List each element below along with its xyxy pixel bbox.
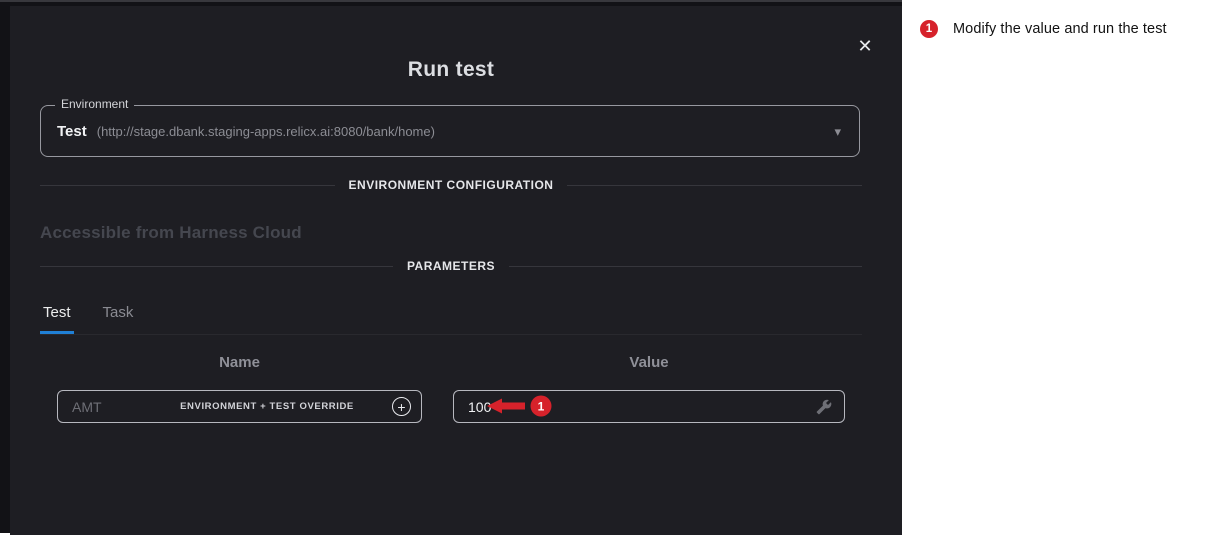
divider-line bbox=[40, 266, 393, 267]
override-badge: ENVIRONMENT + TEST OVERRIDE bbox=[148, 401, 386, 412]
wrench-icon[interactable] bbox=[816, 399, 832, 415]
parameter-value-field[interactable] bbox=[453, 390, 845, 423]
modal-title: Run test bbox=[40, 58, 862, 82]
parameters-tabs: Test Task bbox=[40, 302, 862, 335]
run-test-modal: ✕ Run test Environment Test (http://stag… bbox=[10, 6, 902, 535]
tab-task[interactable]: Task bbox=[100, 302, 137, 334]
divider-line bbox=[509, 266, 862, 267]
plus-circle-icon: + bbox=[392, 397, 411, 416]
app-background: ✕ Run test Environment Test (http://stag… bbox=[0, 0, 902, 533]
divider-line bbox=[40, 185, 335, 186]
parameter-name-field[interactable]: ENVIRONMENT + TEST OVERRIDE + bbox=[57, 390, 422, 423]
value-column-header: Value bbox=[453, 354, 845, 371]
parameter-value-input[interactable] bbox=[468, 399, 538, 415]
name-column-header: Name bbox=[57, 354, 422, 371]
parameters-label: PARAMETERS bbox=[407, 259, 495, 273]
parameters-divider: PARAMETERS bbox=[40, 259, 862, 273]
add-parameter-button[interactable]: + bbox=[392, 397, 411, 416]
parameter-name-input[interactable] bbox=[72, 399, 142, 415]
environment-select-label: Environment bbox=[55, 97, 134, 111]
annotation-panel: 1 Modify the value and run the test bbox=[902, 0, 1222, 533]
environment-configuration-divider: ENVIRONMENT CONFIGURATION bbox=[40, 178, 862, 192]
divider-line bbox=[567, 185, 862, 186]
tab-test[interactable]: Test bbox=[40, 302, 74, 334]
instruction-text: Modify the value and run the test bbox=[953, 21, 1167, 37]
environment-select[interactable]: Environment Test (http://stage.dbank.sta… bbox=[40, 105, 860, 157]
close-icon[interactable]: ✕ bbox=[852, 33, 878, 59]
annotation-step: 1 Modify the value and run the test bbox=[902, 0, 1222, 38]
environment-selected-name: Test bbox=[57, 123, 87, 140]
chevron-down-icon: ▾ bbox=[834, 125, 841, 138]
environment-selected-url: (http://stage.dbank.staging-apps.relicx.… bbox=[97, 124, 435, 139]
step-badge: 1 bbox=[920, 20, 938, 38]
environment-configuration-label: ENVIRONMENT CONFIGURATION bbox=[349, 178, 554, 192]
access-note: Accessible from Harness Cloud bbox=[40, 223, 302, 243]
